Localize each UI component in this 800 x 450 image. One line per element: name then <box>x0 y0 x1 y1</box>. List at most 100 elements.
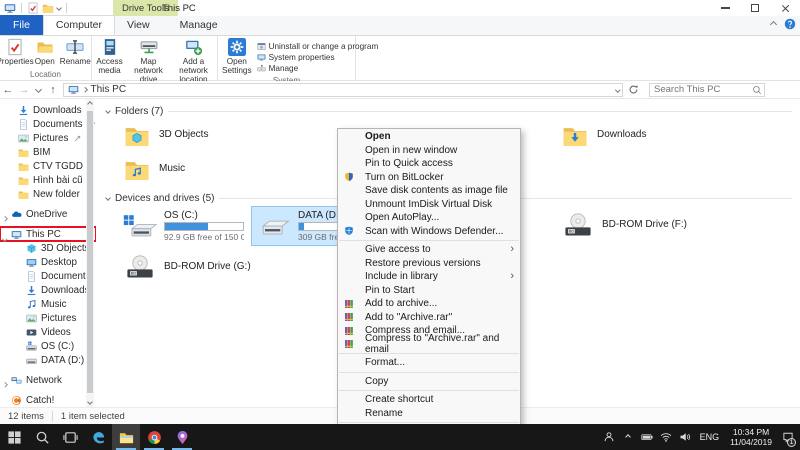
sidebar-item-bim[interactable]: BIM <box>0 145 96 159</box>
menu-item-pin-to-start[interactable]: Pin to Start <box>338 284 520 298</box>
sidebar-item-ctv-tgdd[interactable]: CTV TGDD <box>0 159 96 173</box>
taskbar-task-view-button[interactable] <box>56 424 84 450</box>
menu-item-unmount-imdisk-virtual-disk[interactable]: Unmount ImDisk Virtual Disk <box>338 198 520 212</box>
taskbar-file-explorer-button[interactable] <box>112 424 140 450</box>
refresh-button[interactable] <box>625 83 641 97</box>
taskbar-search-button[interactable] <box>28 424 56 450</box>
rename-button[interactable]: Rename <box>60 38 91 66</box>
menu-item-scan-with-windows-defender[interactable]: Scan with Windows Defender... <box>338 225 520 239</box>
sidebar-item-this-pc[interactable]: This PC <box>0 227 96 241</box>
system-properties-button[interactable]: System properties <box>257 52 379 62</box>
show-hidden-icons-button[interactable] <box>620 424 637 450</box>
menu-item-create-shortcut[interactable]: Create shortcut <box>338 393 520 407</box>
up-button[interactable]: ↑ <box>45 84 61 96</box>
sidebar-scrollbar[interactable] <box>86 99 94 407</box>
help-icon[interactable] <box>784 18 796 30</box>
recent-locations-icon[interactable] <box>35 86 42 93</box>
qat-properties-icon[interactable] <box>27 2 39 14</box>
tab-manage[interactable]: Manage <box>168 15 230 35</box>
sidebar-item-onedrive[interactable]: OneDrive <box>0 207 96 221</box>
forward-button[interactable]: → <box>16 84 32 96</box>
action-center-button[interactable]: 1 <box>779 424 796 450</box>
manage-button[interactable]: Manage <box>257 63 379 73</box>
menu-item-restore-previous-versions[interactable]: Restore previous versions <box>338 257 520 271</box>
sidebar-item-3d-objects[interactable]: 3D Objects <box>0 241 96 255</box>
sidebar-item-pictures[interactable]: Pictures <box>0 311 96 325</box>
add-network-location-button[interactable]: Add a network location <box>171 38 217 85</box>
search-input[interactable] <box>650 84 750 95</box>
collapse-group-icon[interactable] <box>105 195 111 201</box>
menu-item-pin-to-quick-access[interactable]: Pin to Quick access <box>338 157 520 171</box>
sidebar-item-music[interactable]: Music <box>0 297 96 311</box>
properties-button[interactable]: Properties <box>0 38 30 66</box>
back-button[interactable]: ← <box>0 84 16 96</box>
menu-item-include-in-library[interactable]: Include in library› <box>338 270 520 284</box>
scroll-down-icon[interactable] <box>87 399 93 405</box>
menu-item-open-in-new-window[interactable]: Open in new window <box>338 144 520 158</box>
menu-item-save-disk-contents-as-image-file[interactable]: Save disk contents as image file <box>338 184 520 198</box>
menu-item-format[interactable]: Format... <box>338 356 520 370</box>
collapse-group-icon[interactable] <box>105 108 111 114</box>
language-indicator[interactable]: ENG <box>696 432 724 442</box>
sidebar-item-data-d[interactable]: DATA (D:) <box>0 353 96 367</box>
tab-file[interactable]: File <box>0 15 43 35</box>
minimize-ribbon-icon[interactable] <box>770 20 777 27</box>
tab-view[interactable]: View <box>115 15 162 35</box>
sidebar-item-os-c[interactable]: OS (C:) <box>0 339 96 353</box>
maximize-button[interactable] <box>740 0 770 16</box>
taskbar-maps-button[interactable] <box>168 424 196 450</box>
folders-group-header[interactable]: Folders (7) <box>106 104 792 118</box>
menu-item-compress-to-archive-rar-and-email[interactable]: Compress to "Archive.rar" and email <box>338 338 520 352</box>
taskbar-edge-button[interactable] <box>84 424 112 450</box>
folder-tile-music[interactable]: Music <box>118 156 288 190</box>
drive-tile-os-c[interactable]: OS (C:)92.9 GB free of 150 GB <box>118 207 248 245</box>
scroll-up-icon[interactable] <box>87 101 93 107</box>
menu-item-turn-on-bitlocker[interactable]: Turn on BitLocker <box>338 171 520 185</box>
menu-item-open-autoplay[interactable]: Open AutoPlay... <box>338 211 520 225</box>
address-dropdown-icon[interactable] <box>615 87 620 92</box>
folder-tile-downloads[interactable]: Downloads <box>556 122 726 156</box>
taskbar-start-button[interactable] <box>0 424 28 450</box>
sidebar-item-documents[interactable]: Documents <box>0 269 96 283</box>
sidebar-item-pictures[interactable]: Pictures <box>0 131 96 145</box>
folder-tile-3d-objects[interactable]: 3D Objects <box>118 122 288 156</box>
network-button[interactable] <box>658 424 675 450</box>
clock[interactable]: 10:34 PM 11/04/2019 <box>725 427 777 447</box>
sidebar-item-network[interactable]: Network <box>0 373 96 387</box>
menu-item-copy[interactable]: Copy <box>338 375 520 389</box>
open-button[interactable]: Open <box>32 38 58 66</box>
sidebar-item-videos[interactable]: Videos <box>0 325 96 339</box>
qat-customize-icon[interactable] <box>56 5 62 11</box>
minimize-button[interactable] <box>710 0 740 16</box>
battery-button[interactable] <box>639 424 656 450</box>
breadcrumb-location[interactable]: This PC <box>91 84 127 95</box>
uninstall-program-button[interactable]: Uninstall or change a program <box>257 41 379 51</box>
sidebar-item-catch[interactable]: Catch! <box>0 393 96 407</box>
menu-item-open[interactable]: Open <box>338 130 520 144</box>
menu-item-add-to-archive-rar[interactable]: Add to "Archive.rar" <box>338 311 520 325</box>
chevron-right-icon[interactable] <box>3 378 7 389</box>
scrollbar-thumb[interactable] <box>87 111 93 393</box>
open-settings-button[interactable]: Open Settings <box>222 38 252 75</box>
people-button[interactable] <box>601 424 618 450</box>
chevron-right-icon[interactable] <box>3 212 7 223</box>
drive-tile-bd-rom-drive-f[interactable]: BDBD-ROM Drive (F:) <box>556 207 726 245</box>
volume-button[interactable] <box>677 424 694 450</box>
breadcrumb-chevron-icon[interactable] <box>82 87 87 92</box>
sidebar-item-new-folder[interactable]: New folder <box>0 187 96 201</box>
sidebar-item-documents[interactable]: Documents <box>0 117 96 131</box>
sidebar-item-downloads[interactable]: Downloads <box>0 283 96 297</box>
search-box[interactable] <box>649 83 765 97</box>
tab-computer[interactable]: Computer <box>43 15 115 35</box>
sidebar-item-h-nh-b-i-c[interactable]: Hình bài cũ <box>0 173 96 187</box>
address-bar[interactable]: This PC <box>63 83 623 97</box>
drive-tile-bd-rom-drive-g[interactable]: BDBD-ROM Drive (G:) <box>118 249 248 287</box>
sidebar-item-desktop[interactable]: Desktop <box>0 255 96 269</box>
menu-item-add-to-archive[interactable]: Add to archive... <box>338 297 520 311</box>
taskbar-chrome-button[interactable] <box>140 424 168 450</box>
qat-new-folder-icon[interactable] <box>42 2 54 14</box>
close-button[interactable] <box>770 0 800 16</box>
menu-item-rename[interactable]: Rename <box>338 407 520 421</box>
menu-item-give-access-to[interactable]: Give access to› <box>338 243 520 257</box>
sidebar-item-downloads[interactable]: Downloads <box>0 103 96 117</box>
